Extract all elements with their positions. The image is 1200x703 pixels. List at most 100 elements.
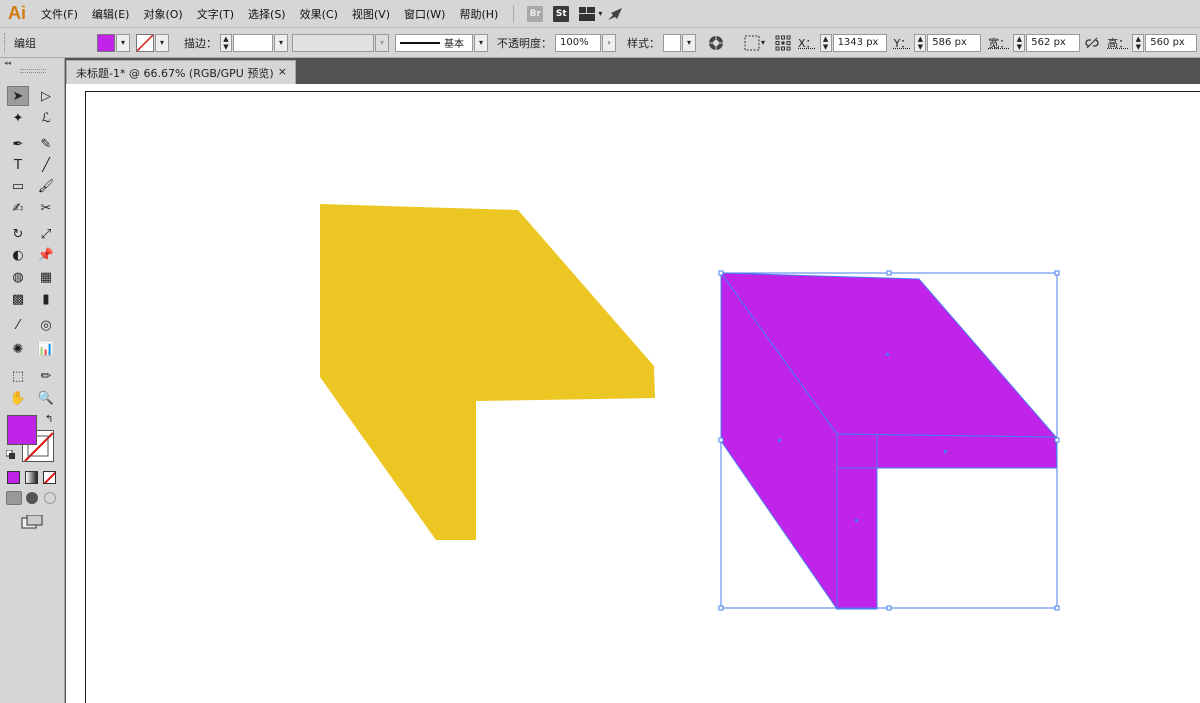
opacity-field[interactable]: 100% bbox=[555, 33, 601, 52]
resize-handle-top-right[interactable] bbox=[1054, 270, 1060, 276]
graphic-style-swatch[interactable] bbox=[663, 33, 681, 52]
menu-file[interactable]: 文件(F) bbox=[34, 6, 85, 22]
brush-dropdown[interactable]: ▾ bbox=[474, 33, 488, 52]
none-mode-icon[interactable] bbox=[43, 471, 56, 484]
slice-tool-icon[interactable]: ✏ bbox=[35, 366, 57, 386]
resize-handle-bottom[interactable] bbox=[886, 605, 892, 611]
default-fill-stroke-icon[interactable] bbox=[5, 449, 16, 460]
x-stepper[interactable]: ▲ ▼ bbox=[819, 33, 832, 52]
paintbrush-tool-icon[interactable]: 🖌 bbox=[35, 176, 57, 196]
puppet-warp-tool-icon[interactable]: 📌 bbox=[35, 245, 57, 265]
app-logo: Ai bbox=[8, 3, 26, 23]
brush-label: 基本 bbox=[444, 39, 464, 50]
line-segment-tool-icon[interactable]: ╱ bbox=[35, 155, 57, 175]
y-field[interactable]: 586 px bbox=[927, 33, 982, 52]
resize-handle-top[interactable] bbox=[886, 270, 892, 276]
draw-normal-icon[interactable] bbox=[6, 491, 22, 505]
type-tool-icon[interactable]: T bbox=[7, 155, 29, 175]
gradient-tool-icon[interactable]: ▮ bbox=[35, 289, 57, 309]
scale-tool-icon[interactable]: ⤢ bbox=[35, 224, 57, 244]
rectangle-tool-icon[interactable]: ▭ bbox=[7, 176, 29, 196]
resize-handle-right[interactable] bbox=[1054, 437, 1060, 443]
menu-effect[interactable]: 效果(C) bbox=[293, 6, 345, 22]
canvas[interactable] bbox=[66, 84, 1200, 703]
perspective-grid-tool-icon[interactable]: ▦ bbox=[35, 267, 57, 287]
panel-grip[interactable] bbox=[4, 32, 7, 53]
stroke-dropdown[interactable]: ▾ bbox=[155, 33, 169, 52]
center-point bbox=[944, 450, 947, 453]
bridge-icon[interactable]: Br bbox=[527, 5, 544, 22]
document-tab-title: 未标题-1* @ 66.67% (RGB/GPU 预览) bbox=[76, 66, 274, 80]
fill-color-box[interactable] bbox=[7, 415, 37, 445]
align-icon[interactable] bbox=[743, 34, 761, 52]
y-stepper[interactable]: ▲ ▼ bbox=[914, 33, 927, 52]
selection-type-label: 编组 bbox=[14, 36, 36, 50]
direct-selection-tool-icon[interactable]: ▷ bbox=[35, 86, 57, 106]
graphic-style-dropdown[interactable]: ▾ bbox=[682, 33, 696, 52]
color-mode-icon[interactable] bbox=[7, 471, 20, 484]
brush-definition[interactable]: 基本 bbox=[395, 33, 473, 52]
stroke-weight-field[interactable] bbox=[233, 33, 273, 52]
height-field[interactable]: 560 px bbox=[1145, 33, 1198, 52]
shaper-tool-icon[interactable]: ✍ bbox=[7, 198, 29, 218]
stroke-weight-stepper[interactable]: ▲ ▼ bbox=[220, 33, 232, 52]
width-field[interactable]: 562 px bbox=[1026, 33, 1081, 52]
selection-tool-icon[interactable]: ➤ bbox=[7, 86, 29, 106]
profile-dropdown[interactable]: ▾ bbox=[375, 33, 389, 52]
scissors-tool-icon[interactable]: ✂ bbox=[35, 198, 57, 218]
lasso-tool-icon[interactable]: ℒ bbox=[35, 108, 57, 128]
document-tab-strip: 未标题-1* @ 66.67% (RGB/GPU 预览) × bbox=[66, 58, 1200, 84]
draw-behind-icon[interactable] bbox=[26, 492, 38, 504]
resize-handle-left[interactable] bbox=[718, 437, 724, 443]
opacity-arrow[interactable]: › bbox=[602, 33, 616, 52]
blend-tool-icon[interactable]: ◎ bbox=[35, 315, 57, 335]
fill-swatch[interactable] bbox=[97, 33, 115, 52]
screen-mode-icon[interactable] bbox=[21, 514, 43, 529]
resize-handle-bottom-right[interactable] bbox=[1054, 605, 1060, 611]
fill-dropdown[interactable]: ▾ bbox=[116, 33, 130, 52]
document-tab[interactable]: 未标题-1* @ 66.67% (RGB/GPU 预览) × bbox=[66, 60, 296, 84]
menu-object[interactable]: 对象(O) bbox=[136, 6, 189, 22]
stock-icon[interactable]: St bbox=[553, 5, 570, 22]
hand-tool-icon[interactable]: ✋ bbox=[7, 388, 29, 408]
resize-handle-bottom-left[interactable] bbox=[718, 605, 724, 611]
swap-fill-stroke-icon[interactable]: ↰ bbox=[45, 414, 53, 425]
workspace-layout-icon[interactable] bbox=[579, 6, 596, 22]
menu-edit[interactable]: 编辑(E) bbox=[85, 6, 137, 22]
chevron-down-icon[interactable]: ▾ bbox=[761, 38, 765, 47]
gradient-mode-icon[interactable] bbox=[25, 471, 38, 484]
curvature-tool-icon[interactable]: ✎ bbox=[35, 134, 57, 154]
stroke-weight-dropdown[interactable]: ▾ bbox=[274, 33, 288, 52]
pen-tool-icon[interactable]: ✒ bbox=[7, 134, 29, 154]
eyedropper-tool-icon[interactable]: ⁄ bbox=[7, 315, 29, 335]
mesh-tool-icon[interactable]: ▩ bbox=[7, 289, 29, 309]
menu-select[interactable]: 选择(S) bbox=[241, 6, 293, 22]
menu-type[interactable]: 文字(T) bbox=[190, 6, 241, 22]
constrain-proportions-icon[interactable] bbox=[1083, 34, 1101, 52]
width-tool-icon[interactable]: ◐ bbox=[7, 245, 29, 265]
column-graph-tool-icon[interactable]: 📊 bbox=[35, 339, 57, 359]
gpu-rocket-icon[interactable] bbox=[607, 6, 623, 22]
stroke-swatch[interactable] bbox=[136, 33, 154, 52]
height-stepper[interactable]: ▲ ▼ bbox=[1132, 33, 1145, 52]
draw-inside-icon[interactable] bbox=[44, 492, 56, 504]
menu-view[interactable]: 视图(V) bbox=[345, 6, 397, 22]
rotate-tool-icon[interactable]: ↻ bbox=[7, 224, 29, 244]
zoom-tool-icon[interactable]: 🔍 bbox=[35, 388, 57, 408]
symbol-sprayer-tool-icon[interactable]: ✺ bbox=[7, 339, 29, 359]
chevron-down-icon[interactable]: ▾ bbox=[598, 9, 602, 18]
shape-builder-tool-icon[interactable]: ◍ bbox=[7, 267, 29, 287]
panel-grip[interactable] bbox=[20, 69, 46, 73]
close-icon[interactable]: × bbox=[278, 65, 287, 78]
x-field[interactable]: 1343 px bbox=[832, 33, 887, 52]
panel-collapse-icon[interactable]: ◂◂ bbox=[4, 60, 61, 67]
recolor-artwork-icon[interactable] bbox=[707, 34, 725, 52]
resize-handle-top-left[interactable] bbox=[718, 270, 724, 276]
menu-help[interactable]: 帮助(H) bbox=[452, 6, 505, 22]
artboard-tool-icon[interactable]: ⬚ bbox=[7, 366, 29, 386]
reference-point-icon[interactable] bbox=[774, 34, 792, 52]
width-stepper[interactable]: ▲ ▼ bbox=[1013, 33, 1026, 52]
variable-width-profile[interactable] bbox=[292, 33, 374, 52]
menu-window[interactable]: 窗口(W) bbox=[397, 6, 452, 22]
magic-wand-tool-icon[interactable]: ✦ bbox=[7, 108, 29, 128]
